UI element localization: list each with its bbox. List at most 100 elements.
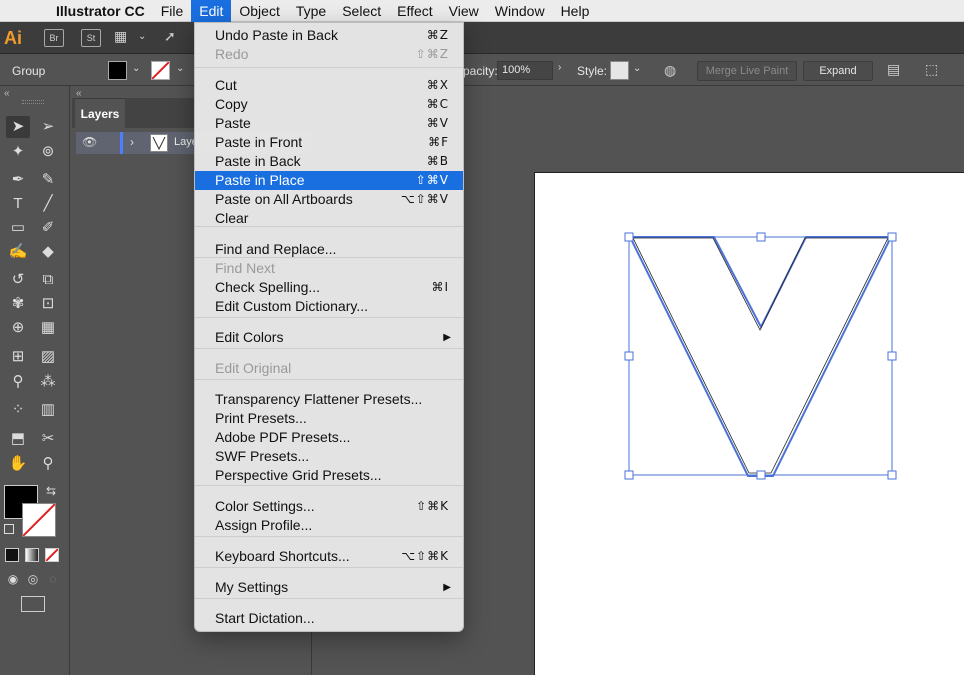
menu-object[interactable]: Object xyxy=(231,0,287,22)
hand-tool-icon[interactable]: ✋ xyxy=(6,453,30,475)
menu-item-find-and-replace[interactable]: Find and Replace... xyxy=(195,240,463,259)
chevron-down-icon[interactable]: ⌄ xyxy=(138,31,146,42)
eye-icon[interactable]: 👁 xyxy=(82,135,97,149)
eraser-tool-icon[interactable]: ◆ xyxy=(36,241,60,263)
selection-handles[interactable] xyxy=(624,232,897,480)
shaper-tool-icon[interactable]: ✍ xyxy=(6,241,30,263)
color-mode-icon[interactable] xyxy=(5,548,19,562)
menu-item-undo-paste-in-back[interactable]: Undo Paste in Back ⌘Z xyxy=(195,26,463,45)
menu-item-keyboard-shortcuts[interactable]: Keyboard Shortcuts... ⌥⇧⌘K xyxy=(195,547,463,566)
menu-item-transparency-flattener-presets[interactable]: Transparency Flattener Presets... xyxy=(195,390,463,409)
menu-item-label: Copy xyxy=(215,96,248,112)
style-chevron-icon[interactable]: ⌄ xyxy=(633,63,641,74)
stroke-color-box[interactable] xyxy=(22,503,56,537)
menu-item-perspective-grid-presets[interactable]: Perspective Grid Presets... xyxy=(195,466,463,485)
line-tool-icon[interactable]: ╱ xyxy=(36,193,60,215)
menu-window[interactable]: Window xyxy=(487,0,553,22)
menu-select[interactable]: Select xyxy=(334,0,389,22)
default-colors-icon[interactable] xyxy=(4,524,14,534)
menu-item-find-next[interactable]: Find Next xyxy=(195,259,463,278)
collapse-icon[interactable]: « xyxy=(4,88,10,99)
panel-menu-icon[interactable]: ▤ xyxy=(887,61,900,78)
menu-app-name[interactable]: Illustrator CC xyxy=(48,0,153,22)
pen-tool-icon[interactable]: ✒ xyxy=(6,169,30,191)
style-swatch[interactable] xyxy=(610,61,629,80)
shape-builder-tool-icon[interactable]: ⊕ xyxy=(6,317,30,339)
opacity-arrow-icon[interactable]: › xyxy=(558,62,561,73)
fill-chevron-icon[interactable]: ⌄ xyxy=(132,63,140,74)
panel-grip[interactable] xyxy=(22,100,44,104)
menu-item-edit-colors[interactable]: Edit Colors ▶ xyxy=(195,328,463,347)
menu-item-redo[interactable]: Redo ⇧⌘Z xyxy=(195,45,463,64)
scale-tool-icon[interactable]: ⧉ xyxy=(36,269,60,291)
menu-separator xyxy=(195,67,463,69)
graph-tool-icon[interactable]: ▥ xyxy=(36,399,60,421)
stroke-chevron-icon[interactable]: ⌄ xyxy=(176,63,184,74)
draw-inside-icon[interactable]: ◌ xyxy=(41,568,65,590)
expand-button[interactable]: Expand xyxy=(803,61,873,81)
menu-file[interactable]: File xyxy=(153,0,192,22)
menu-item-start-dictation[interactable]: Start Dictation... xyxy=(195,609,463,628)
perspective-grid-tool-icon[interactable]: ▦ xyxy=(36,317,60,339)
rotate-tool-icon[interactable]: ↺ xyxy=(6,269,30,291)
direct-selection-tool-icon[interactable]: ➢ xyxy=(36,116,60,138)
menu-item-paste-in-place[interactable]: Paste in Place ⇧⌘V xyxy=(195,171,463,190)
zoom-tool-icon[interactable]: ⚲ xyxy=(36,453,60,475)
lasso-tool-icon[interactable]: ⊚ xyxy=(36,141,60,163)
fill-swatch[interactable] xyxy=(108,61,127,80)
menu-item-paste-on-all-artboards[interactable]: Paste on All Artboards ⌥⇧⌘V xyxy=(195,190,463,209)
chevron-right-icon[interactable]: › xyxy=(130,135,134,149)
menu-item-copy[interactable]: Copy ⌘C xyxy=(195,95,463,114)
menu-edit[interactable]: Edit xyxy=(191,0,232,22)
recolor-artwork-icon[interactable]: ◍ xyxy=(664,62,676,79)
bridge-button[interactable]: Br xyxy=(44,29,64,47)
symbol-sprayer-tool-icon[interactable]: ⁘ xyxy=(6,399,30,421)
menu-item-my-settings[interactable]: My Settings ▶ xyxy=(195,578,463,597)
artboard-tool-icon[interactable]: ⬒ xyxy=(6,428,30,450)
menu-item-check-spelling[interactable]: Check Spelling... ⌘I xyxy=(195,278,463,297)
menu-view[interactable]: View xyxy=(441,0,487,22)
magic-wand-tool-icon[interactable]: ✦ xyxy=(6,141,30,163)
merge-live-paint-button[interactable]: Merge Live Paint xyxy=(697,61,797,81)
swap-fill-stroke-icon[interactable]: ⇆ xyxy=(46,484,56,498)
paintbrush-tool-icon[interactable]: ✐ xyxy=(36,217,60,239)
menu-item-print-presets[interactable]: Print Presets... xyxy=(195,409,463,428)
free-transform-tool-icon[interactable]: ⊡ xyxy=(36,293,60,315)
menu-item-clear[interactable]: Clear xyxy=(195,209,463,228)
menu-item-edit-custom-dictionary[interactable]: Edit Custom Dictionary... xyxy=(195,297,463,316)
menu-item-color-settings[interactable]: Color Settings... ⇧⌘K xyxy=(195,497,463,516)
type-tool-icon[interactable]: T xyxy=(6,193,30,215)
menu-effect[interactable]: Effect xyxy=(389,0,441,22)
stock-button[interactable]: St xyxy=(81,29,101,47)
menu-item-cut[interactable]: Cut ⌘X xyxy=(195,76,463,95)
menu-item-paste-in-front[interactable]: Paste in Front ⌘F xyxy=(195,133,463,152)
none-mode-icon[interactable] xyxy=(45,548,59,562)
blend-tool-icon[interactable]: ⁂ xyxy=(36,371,60,393)
gpu-rocket-icon[interactable]: ➚ xyxy=(164,28,176,45)
eyedropper-tool-icon[interactable]: ⚲ xyxy=(6,371,30,393)
menu-item-assign-profile[interactable]: Assign Profile... xyxy=(195,516,463,535)
menu-item-paste-in-back[interactable]: Paste in Back ⌘B xyxy=(195,152,463,171)
screen-mode-icon[interactable] xyxy=(21,596,45,612)
warp-tool-icon[interactable]: ✾ xyxy=(6,293,30,315)
gradient-mode-icon[interactable] xyxy=(25,548,39,562)
gradient-tool-icon[interactable]: ▨ xyxy=(36,346,60,368)
menu-item-swf-presets[interactable]: SWF Presets... xyxy=(195,447,463,466)
opacity-field[interactable]: 100% xyxy=(497,61,553,80)
menu-item-label: Cut xyxy=(215,77,237,93)
menu-item-paste[interactable]: Paste ⌘V xyxy=(195,114,463,133)
rectangle-tool-icon[interactable]: ▭ xyxy=(6,217,30,239)
menu-item-adobe-pdf-presets[interactable]: Adobe PDF Presets... xyxy=(195,428,463,447)
stroke-swatch[interactable] xyxy=(151,61,170,80)
selection-tool-icon[interactable]: ➤ xyxy=(6,116,30,138)
mesh-tool-icon[interactable]: ⊞ xyxy=(6,346,30,368)
arrange-documents-icon[interactable]: ▦ xyxy=(114,28,127,45)
menu-help[interactable]: Help xyxy=(553,0,598,22)
menu-item-edit-original[interactable]: Edit Original xyxy=(195,359,463,378)
transform-icon[interactable]: ⬚ xyxy=(925,61,938,78)
menu-item-shortcut: ⌥⇧⌘V xyxy=(400,192,449,206)
tab-layers[interactable]: Layers xyxy=(75,98,125,128)
slice-tool-icon[interactable]: ✂ xyxy=(36,428,60,450)
curvature-tool-icon[interactable]: ✎ xyxy=(36,169,60,191)
menu-type[interactable]: Type xyxy=(288,0,334,22)
